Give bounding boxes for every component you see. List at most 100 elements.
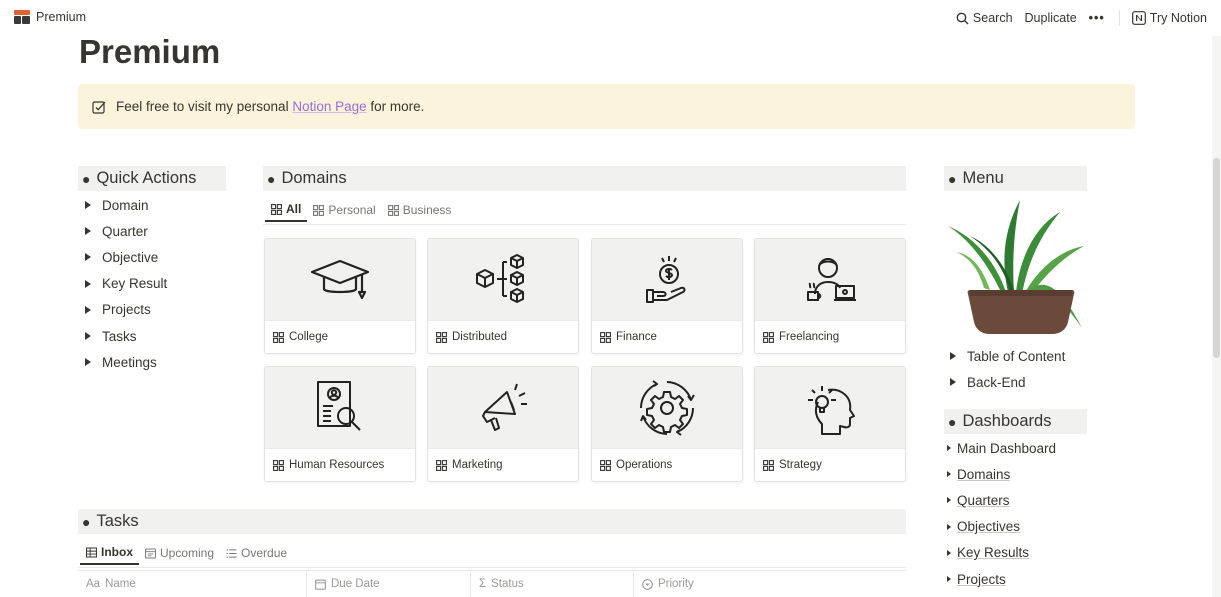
column-label: Due Date bbox=[331, 578, 380, 590]
table-icon bbox=[86, 547, 97, 557]
scrollbar[interactable] bbox=[1212, 36, 1221, 597]
toggle-table-of-content[interactable]: Table of Content bbox=[944, 343, 1065, 369]
toggle-back-end[interactable]: Back-End bbox=[944, 369, 1065, 395]
toggle-meetings[interactable]: Meetings bbox=[79, 349, 167, 375]
dashboard-item-main[interactable]: Main Dashboard bbox=[944, 435, 1056, 461]
dashboard-link-quarters[interactable]: Quarters bbox=[944, 487, 1056, 513]
bullet-icon: ● bbox=[82, 170, 91, 187]
distributed-cubes-icon bbox=[476, 253, 524, 303]
dashboard-link[interactable]: Objectives bbox=[957, 519, 1020, 534]
gallery-icon bbox=[600, 459, 611, 471]
toggle-label: Tasks bbox=[102, 328, 137, 344]
toggle-label: Objective bbox=[102, 249, 159, 265]
dashboard-link-objectives[interactable]: Objectives bbox=[944, 514, 1056, 540]
gallery-card-finance[interactable]: Finance bbox=[591, 238, 743, 354]
dashboard-link-domains[interactable]: Domains bbox=[944, 461, 1056, 487]
dashboards-list: Main Dashboard Domains Quarters Objectiv… bbox=[944, 435, 1056, 592]
toggle-quarter[interactable]: Quarter bbox=[79, 218, 167, 244]
tasks-title: Tasks bbox=[96, 512, 139, 530]
gallery-icon bbox=[273, 331, 284, 343]
formula-icon: Σ bbox=[479, 578, 487, 590]
toggle-arrow-icon bbox=[85, 305, 91, 314]
tab-label: Business bbox=[402, 203, 452, 217]
notion-logo-icon bbox=[1131, 11, 1146, 25]
tab-overdue[interactable]: Overdue bbox=[220, 541, 293, 565]
menu-header: ● Menu bbox=[944, 166, 1087, 191]
toggle-tasks[interactable]: Tasks bbox=[79, 323, 167, 349]
gallery-icon bbox=[313, 204, 325, 216]
gallery-card-marketing[interactable]: Marketing bbox=[427, 366, 579, 482]
menu-list: Table of Content Back-End bbox=[944, 343, 1065, 395]
tab-personal[interactable]: Personal bbox=[307, 198, 381, 222]
bullet-icon: ● bbox=[948, 170, 957, 187]
scrollbar-thumb[interactable] bbox=[1213, 158, 1220, 358]
toggle-label: Table of Content bbox=[967, 348, 1066, 364]
menu-title: Menu bbox=[962, 169, 1004, 187]
tab-inbox[interactable]: Inbox bbox=[80, 541, 139, 565]
card-cover bbox=[755, 367, 905, 449]
toggle-domain[interactable]: Domain bbox=[79, 192, 167, 218]
column-label: Priority bbox=[658, 578, 694, 590]
card-title: Freelancing bbox=[779, 331, 840, 343]
tab-all[interactable]: All bbox=[265, 198, 308, 222]
search-button[interactable]: Search bbox=[956, 11, 1013, 25]
duplicate-label: Duplicate bbox=[1024, 11, 1077, 25]
card-cover bbox=[592, 367, 742, 449]
gallery-card-strategy[interactable]: Strategy bbox=[754, 366, 906, 482]
tab-business[interactable]: Business bbox=[382, 198, 458, 222]
gallery-card-human-resources[interactable]: Human Resources bbox=[264, 366, 416, 482]
dashboard-link[interactable]: Domains bbox=[957, 467, 1010, 482]
bullet-arrow-icon bbox=[947, 471, 951, 478]
tabs-divider bbox=[263, 224, 906, 225]
column-header-name[interactable]: Aa Name bbox=[78, 571, 307, 597]
column-label: Status bbox=[491, 578, 524, 590]
gallery-card-college[interactable]: College bbox=[264, 238, 416, 354]
column-header-priority[interactable]: Priority bbox=[634, 571, 906, 597]
top-bar: Premium Search Duplicate ••• Try Notion bbox=[0, 0, 1221, 36]
column-header-status[interactable]: Σ Status bbox=[471, 571, 634, 597]
tabs-divider bbox=[78, 567, 906, 568]
tab-label: All bbox=[286, 202, 302, 216]
more-button[interactable]: ••• bbox=[1089, 11, 1105, 25]
bullet-icon: ● bbox=[82, 513, 91, 530]
toggle-objective[interactable]: Objective bbox=[79, 244, 167, 270]
domains-view-tabs: All Personal Business bbox=[265, 198, 457, 222]
tab-upcoming[interactable]: Upcoming bbox=[139, 541, 220, 565]
toggle-arrow-icon bbox=[85, 332, 91, 341]
breadcrumb[interactable]: Premium bbox=[14, 10, 86, 24]
gear-cycle-icon bbox=[640, 379, 695, 436]
toggle-key-result[interactable]: Key Result bbox=[79, 271, 167, 297]
freelancer-laptop-icon bbox=[807, 257, 856, 301]
page-emoji-icon bbox=[14, 10, 30, 24]
list-icon bbox=[226, 548, 237, 558]
bullet-arrow-icon bbox=[947, 549, 951, 556]
duplicate-button[interactable]: Duplicate bbox=[1025, 11, 1077, 25]
dashboard-link[interactable]: Projects bbox=[957, 572, 1006, 587]
tasks-view-tabs: Inbox Upcoming Overdue bbox=[80, 541, 293, 565]
tab-label: Overdue bbox=[241, 546, 288, 560]
toggle-projects[interactable]: Projects bbox=[79, 297, 167, 323]
callout-suffix: for more. bbox=[366, 99, 425, 114]
toggle-arrow-icon bbox=[950, 378, 956, 387]
dashboard-link[interactable]: Key Results bbox=[957, 545, 1029, 560]
toggle-arrow-icon bbox=[85, 358, 91, 367]
dashboard-link-projects[interactable]: Projects bbox=[944, 566, 1056, 592]
gallery-card-distributed[interactable]: Distributed bbox=[427, 238, 579, 354]
dashboards-title: Dashboards bbox=[962, 412, 1052, 430]
try-notion-button[interactable]: Try Notion bbox=[1131, 11, 1207, 25]
bullet-arrow-icon bbox=[947, 445, 951, 452]
card-title: College bbox=[289, 331, 328, 343]
card-title: Human Resources bbox=[289, 459, 385, 471]
resume-search-icon bbox=[317, 380, 361, 431]
gallery-card-freelancing[interactable]: Freelancing bbox=[754, 238, 906, 354]
toggle-arrow-icon bbox=[950, 352, 956, 361]
dashboard-link-key-results[interactable]: Key Results bbox=[944, 540, 1056, 566]
card-title: Operations bbox=[616, 459, 673, 471]
dashboard-link[interactable]: Quarters bbox=[957, 493, 1010, 508]
bullet-arrow-icon bbox=[947, 523, 951, 530]
column-header-due-date[interactable]: Due Date bbox=[307, 571, 471, 597]
card-cover bbox=[428, 239, 578, 321]
card-title: Strategy bbox=[779, 459, 822, 471]
notion-page-link[interactable]: Notion Page bbox=[292, 99, 366, 114]
gallery-card-operations[interactable]: Operations bbox=[591, 366, 743, 482]
